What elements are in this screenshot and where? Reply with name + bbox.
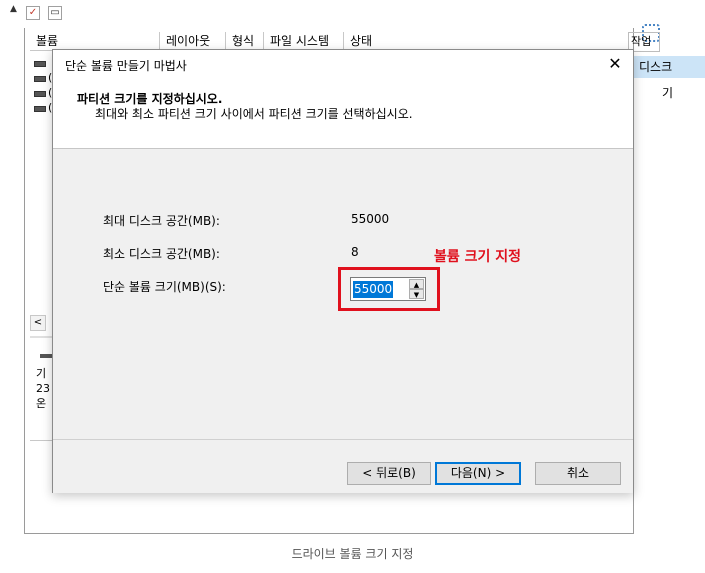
volume-row[interactable]: ( — [34, 71, 54, 85]
column-type[interactable]: 형식 — [226, 32, 264, 50]
properties-icon[interactable]: ▭ — [48, 6, 62, 20]
image-caption: 드라이브 볼륨 크기 지정 — [291, 547, 414, 561]
scroll-left-button[interactable]: < — [30, 315, 46, 331]
volume-size-input[interactable]: 55000 — [353, 281, 394, 298]
action-disk[interactable]: 디스크 — [634, 56, 705, 78]
volume-icon — [34, 76, 46, 82]
close-icon[interactable]: ✕ — [603, 52, 627, 76]
wizard-header: 파티션 크기를 지정하십시오. 최대와 최소 파티션 크기 사이에서 파티션 크… — [53, 78, 633, 149]
cancel-button[interactable]: 취소 — [535, 462, 621, 485]
annotation-label: 볼륨 크기 지정 — [434, 249, 522, 265]
spin-up-icon[interactable]: ▲ — [409, 279, 424, 289]
column-filesystem[interactable]: 파일 시스템 — [264, 32, 344, 50]
column-status[interactable]: 상태 — [344, 32, 404, 50]
disk-info-line: 23 — [36, 382, 50, 395]
new-simple-volume-wizard: 단순 볼륨 만들기 마법사 ✕ 파티션 크기를 지정하십시오. 최대와 최소 파… — [52, 49, 634, 493]
action-sub[interactable]: 기 — [662, 84, 673, 101]
min-space-value: 8 — [351, 245, 359, 259]
disk-info: 기 23 온 — [36, 366, 50, 411]
collapse-arrow-icon[interactable]: ▲ — [10, 4, 17, 14]
disk-info-line: 온 — [36, 397, 47, 410]
volume-size-label: 단순 볼륨 크기(MB)(S): — [103, 280, 226, 294]
volume-icon — [34, 106, 46, 112]
column-layout[interactable]: 레이아웃 — [160, 32, 226, 50]
wizard-title: 단순 볼륨 만들기 마법사 — [65, 59, 187, 73]
back-button[interactable]: < 뒤로(B) — [347, 462, 431, 485]
volume-row[interactable]: ( — [34, 86, 54, 100]
min-space-label: 최소 디스크 공간(MB): — [103, 247, 220, 261]
max-space-label: 최대 디스크 공간(MB): — [103, 214, 220, 228]
checklist-icon[interactable]: ✓ — [26, 6, 40, 20]
volume-size-spinner[interactable]: 55000 ▲ ▼ — [350, 277, 426, 301]
disk-info-line: 기 — [36, 367, 47, 380]
background-toolbar: ▲ ✓ ▭ — [0, 0, 705, 24]
next-button[interactable]: 다음(N) > — [435, 462, 521, 485]
spin-down-icon[interactable]: ▼ — [409, 289, 424, 299]
max-space-value: 55000 — [351, 212, 390, 226]
wizard-subheading: 최대와 최소 파티션 크기 사이에서 파티션 크기를 선택하십시오. — [95, 107, 413, 121]
column-volume[interactable]: 볼륨 — [30, 32, 160, 50]
title-bar[interactable]: 단순 볼륨 만들기 마법사 ✕ — [53, 50, 633, 78]
volume-row[interactable] — [34, 58, 54, 70]
wizard-footer: < 뒤로(B) 다음(N) > 취소 — [53, 439, 633, 493]
volume-icon — [34, 91, 46, 97]
volume-row[interactable]: ( — [34, 101, 54, 115]
volume-icon — [34, 61, 46, 67]
